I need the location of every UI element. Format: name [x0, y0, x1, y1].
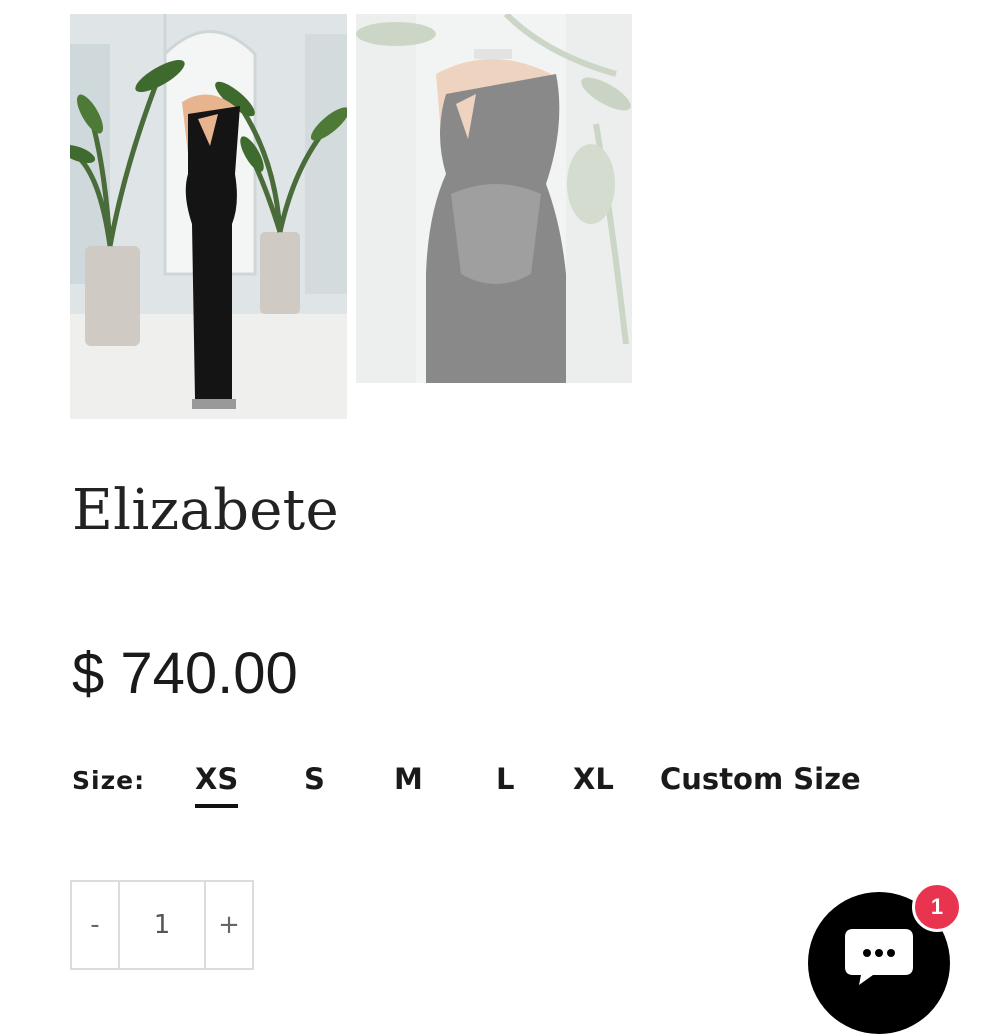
quantity-decrement-button[interactable]: -	[72, 882, 118, 968]
size-option-l[interactable]: L	[496, 762, 514, 804]
size-option-s[interactable]: S	[304, 762, 325, 804]
chat-bubble-icon	[845, 929, 913, 985]
product-image-1[interactable]	[70, 14, 347, 419]
quantity-stepper: - 1 +	[70, 880, 254, 970]
size-label: Size:	[72, 766, 146, 795]
quantity-input[interactable]: 1	[118, 882, 206, 968]
quantity-increment-button[interactable]: +	[206, 882, 252, 968]
size-option-xs[interactable]: XS	[195, 762, 239, 808]
size-option-m[interactable]: M	[394, 762, 423, 804]
product-image-2[interactable]	[356, 14, 632, 383]
size-option-custom[interactable]: Custom Size	[660, 762, 861, 804]
product-price: $ 740.00	[72, 641, 298, 706]
chat-notification-badge: 1	[912, 882, 962, 932]
dress-full-length-image	[70, 14, 347, 419]
dress-bodice-closeup-image	[356, 14, 632, 383]
product-title: Elizabete	[72, 478, 339, 543]
size-option-xl[interactable]: XL	[573, 762, 614, 804]
